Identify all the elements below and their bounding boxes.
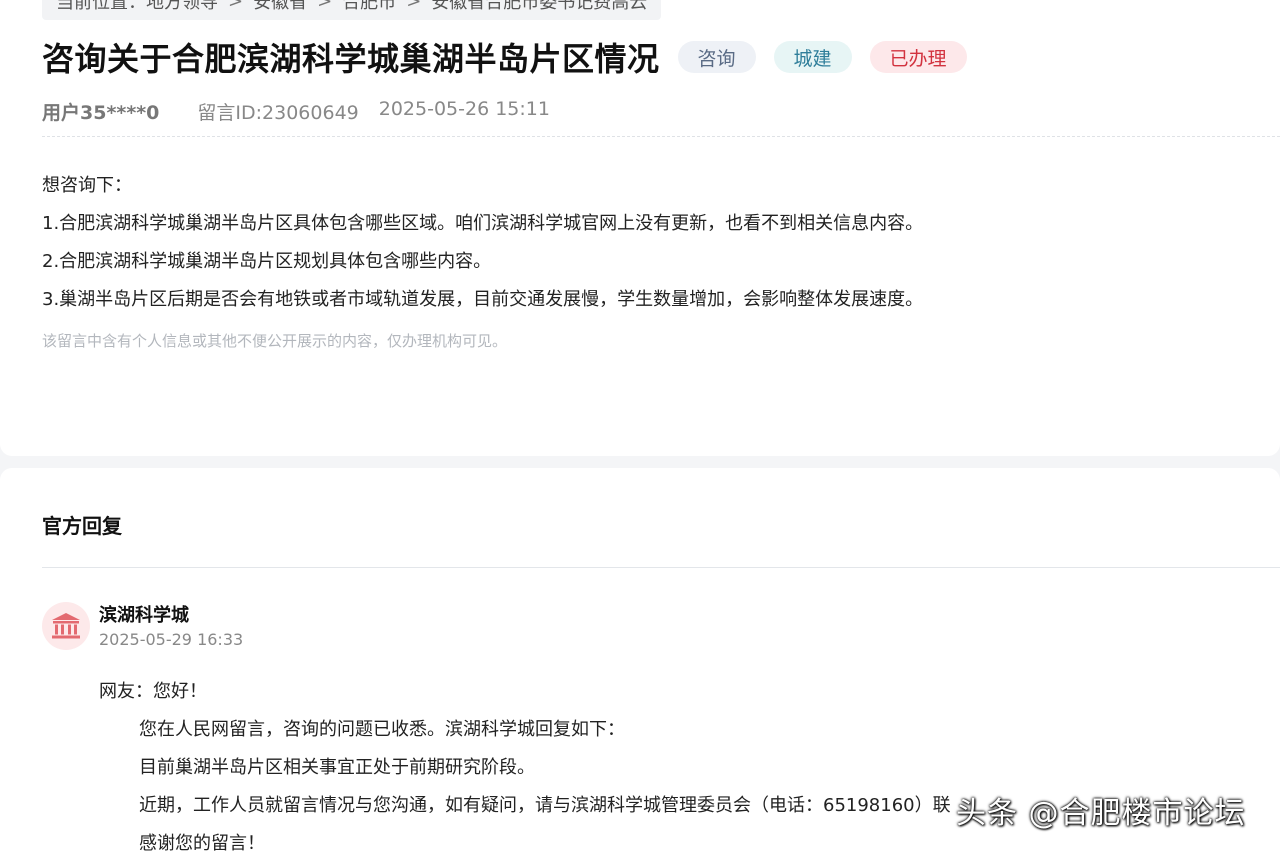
breadcrumb-separator: > — [317, 0, 333, 12]
reply-body: 网友：您好！ 您在人民网留言，咨询的问题已收悉。滨湖科学城回复如下： 目前巢湖半… — [99, 678, 951, 868]
reply-paragraph: 感谢您的留言！ — [139, 833, 265, 854]
breadcrumb-separator: > — [406, 0, 422, 12]
reply-paragraph: 近期，工作人员就留言情况与您沟通，如有疑问，请与滨湖科学城管理委员会（电话：65… — [139, 795, 951, 816]
reply-org-name: 滨湖科学城 — [99, 605, 189, 626]
user-name: 用户35****0 — [42, 102, 160, 124]
breadcrumb-link-province[interactable]: 安徽省 — [253, 0, 307, 14]
breadcrumb-separator: > — [228, 0, 244, 12]
message-id: 留言ID:23060649 — [197, 102, 359, 124]
message-meta: 用户35****0 留言ID:23060649 2025-05-26 15:11 — [42, 98, 550, 125]
reply-heading: 官方回复 — [42, 514, 122, 538]
breadcrumb-link-city[interactable]: 合肥市 — [342, 0, 396, 14]
divider — [42, 567, 1280, 568]
title-row: 咨询关于合肥滨湖科学城巢湖半岛片区情况 咨询 城建 已办理 — [42, 34, 967, 80]
message-datetime: 2025-05-26 15:11 — [378, 98, 550, 120]
status-badge: 已办理 — [869, 41, 967, 73]
content-line: 1.合肥滨湖科学城巢湖半岛片区具体包含哪些区域。咱们滨湖科学城官网上没有更新，也… — [42, 213, 924, 234]
content-line: 2.合肥滨湖科学城巢湖半岛片区规划具体包含哪些内容。 — [42, 251, 492, 272]
breadcrumb: 当前位置：地方领导 > 安徽省 > 合肥市 > 安徽省合肥市委书记费高云 — [42, 0, 662, 20]
tag-consult: 咨询 — [677, 41, 756, 73]
content-line: 想咨询下： — [42, 175, 132, 196]
page-title: 咨询关于合肥滨湖科学城巢湖半岛片区情况 — [42, 40, 660, 78]
reply-greeting: 网友：您好！ — [99, 681, 207, 702]
breadcrumb-link-leader[interactable]: 安徽省合肥市委书记费高云 — [431, 0, 647, 14]
reply-paragraph: 目前巢湖半岛片区相关事宜正处于前期研究阶段。 — [139, 757, 535, 778]
breadcrumb-current-location: 当前位置：地方领导 — [56, 0, 218, 13]
reply-paragraph: 您在人民网留言，咨询的问题已收悉。滨湖科学城回复如下： — [139, 719, 625, 740]
reply-datetime: 2025-05-29 16:33 — [99, 630, 244, 649]
tag-urban-construction: 城建 — [773, 41, 852, 73]
privacy-notice: 该留言中含有个人信息或其他不便公开展示的内容，仅办理机构可见。 — [42, 332, 508, 350]
government-building-icon — [52, 613, 80, 639]
avatar — [42, 602, 90, 650]
watermark: 头条 @合肥楼市论坛 — [956, 796, 1246, 831]
message-content: 想咨询下： 1.合肥滨湖科学城巢湖半岛片区具体包含哪些区域。咱们滨湖科学城官网上… — [42, 172, 923, 324]
divider — [42, 136, 1280, 137]
content-line: 3.巢湖半岛片区后期是否会有地铁或者市域轨道发展，目前交通发展慢，学生数量增加，… — [42, 289, 924, 310]
